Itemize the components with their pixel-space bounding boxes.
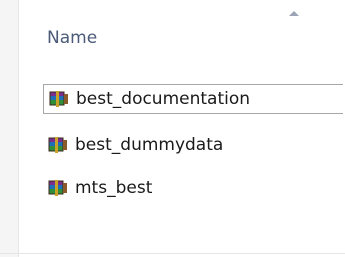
sort-ascending-icon [289, 11, 299, 16]
pane-bottom-border [0, 253, 345, 254]
file-name-label: best_documentation [76, 89, 251, 109]
winrar-archive-icon [48, 180, 67, 196]
file-list-pane: Name best_documentation best_dummydata m… [0, 0, 345, 257]
file-row-best-dummydata[interactable]: best_dummydata [43, 130, 343, 160]
file-name-label: best_dummydata [75, 135, 224, 155]
winrar-archive-icon [48, 137, 67, 153]
winrar-archive-icon [49, 91, 68, 107]
file-row-mts-best[interactable]: mts_best [43, 173, 343, 203]
column-header-label: Name [47, 28, 98, 48]
file-name-label: mts_best [75, 178, 153, 198]
navigation-pane-edge [0, 0, 18, 257]
file-row-best-documentation[interactable]: best_documentation [43, 84, 343, 114]
column-header-name[interactable]: Name [19, 0, 345, 68]
